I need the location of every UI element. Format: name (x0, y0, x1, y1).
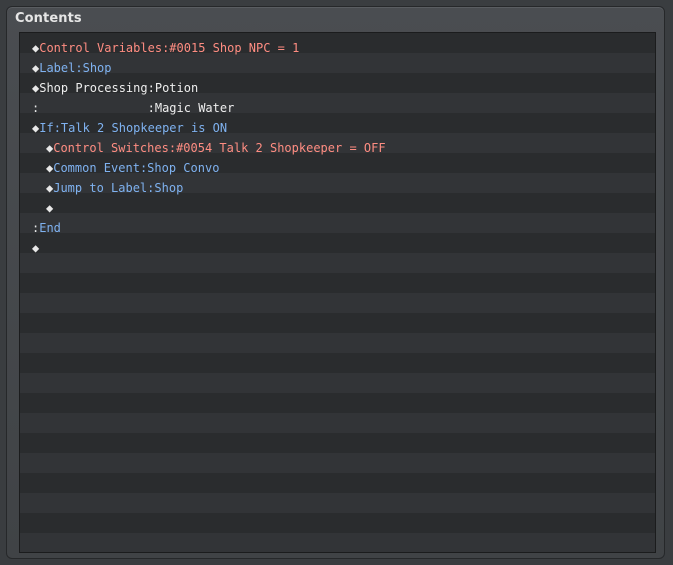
command-separator: : (168, 141, 177, 155)
command-separator: : (147, 101, 155, 115)
command-separator: : (53, 121, 61, 135)
command-name: Jump to Label (53, 181, 148, 195)
command-separator: : (75, 61, 83, 75)
command-row[interactable]: ◆Control Switches:#0054 Talk 2 Shopkeepe… (20, 138, 655, 158)
command-row[interactable]: ◆ (20, 198, 655, 218)
command-row[interactable]: ◆Label:Shop (20, 58, 655, 78)
command-row[interactable]: ◆If:Talk 2 Shopkeeper is ON (20, 118, 655, 138)
command-argument: Shop Convo (147, 161, 220, 175)
command-name: Common Event (53, 161, 140, 175)
command-separator: : (147, 81, 155, 95)
command-row[interactable]: ◆ (20, 238, 655, 258)
command-name (39, 101, 147, 115)
panel-title: Contents (15, 11, 82, 26)
contents-panel: Contents ◆Control Variables:#0015 Shop N… (6, 6, 665, 559)
command-row[interactable]: ◆Jump to Label:Shop (20, 178, 655, 198)
command-argument: #0054 Talk 2 Shopkeeper = OFF (176, 141, 386, 155)
command-row[interactable]: : :Magic Water (20, 98, 655, 118)
command-row[interactable]: ◆Control Variables:#0015 Shop NPC = 1 (20, 38, 655, 58)
event-command-list[interactable]: ◆Control Variables:#0015 Shop NPC = 1 ◆La… (19, 32, 656, 553)
command-argument: Shop (82, 61, 112, 75)
command-argument: Shop (154, 181, 184, 195)
diamond-icon: ◆ (32, 241, 40, 255)
diamond-icon: ◆ (46, 201, 54, 215)
command-name: Shop Processing (39, 81, 148, 95)
command-name: Label (39, 61, 76, 75)
command-argument: Magic Water (154, 101, 235, 115)
command-argument: Talk 2 Shopkeeper is ON (60, 121, 228, 135)
command-name: Control Switches (53, 141, 169, 155)
command-name: End (39, 221, 61, 235)
command-name: If (39, 121, 54, 135)
command-row[interactable]: ◆Common Event:Shop Convo (20, 158, 655, 178)
command-row[interactable]: ◆Shop Processing:Potion (20, 78, 655, 98)
command-argument: Potion (154, 81, 199, 95)
command-row[interactable]: :End (20, 218, 655, 238)
command-argument: #0015 Shop NPC = 1 (169, 41, 300, 55)
command-name: Control Variables (39, 41, 163, 55)
